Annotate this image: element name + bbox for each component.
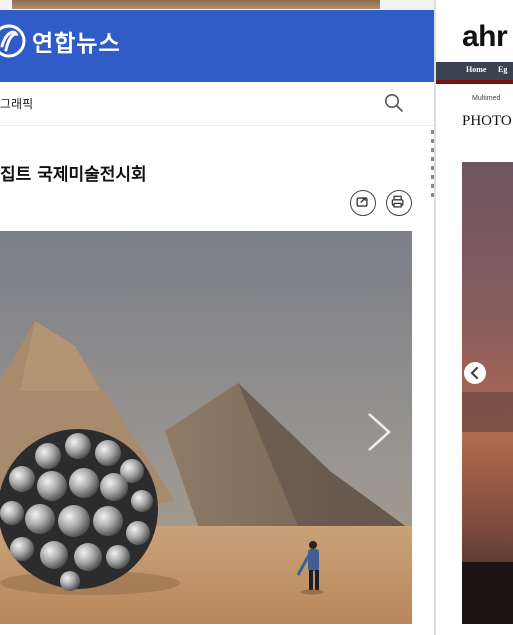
ahram-logo[interactable]: ahr <box>462 20 508 54</box>
top-strip <box>0 0 434 10</box>
site-logo[interactable]: 연합뉴스 <box>0 24 121 58</box>
yonhap-logo-icon <box>0 24 26 58</box>
print-icon <box>391 195 404 208</box>
article-photo[interactable] <box>0 231 412 624</box>
breadcrumb[interactable]: Multimed <box>472 95 500 102</box>
wood-banner <box>12 0 380 9</box>
article-title: 집트 국제미술전시회 <box>0 165 147 185</box>
chevron-left-icon[interactable] <box>464 362 486 384</box>
search-icon[interactable] <box>384 93 404 113</box>
section-title: PHOTO <box>462 113 512 129</box>
section-bar: 그래픽 <box>0 82 434 126</box>
ahram-accent-bar <box>436 80 513 84</box>
ahram-window: ahr Home Eg Multimed PHOTO <box>436 0 513 635</box>
chevron-left-glyph <box>465 363 485 383</box>
ahram-photo[interactable] <box>462 162 513 624</box>
pyramids-sculpture-image <box>0 231 412 624</box>
chevron-right-icon[interactable] <box>363 410 393 454</box>
sunset-image <box>462 162 513 624</box>
brand-name: 연합뉴스 <box>32 31 121 57</box>
share-icon <box>356 197 368 207</box>
nav-egypt[interactable]: Eg <box>498 65 507 74</box>
ahram-nav-bar: Home Eg <box>436 62 513 80</box>
site-header: 연합뉴스 <box>0 10 434 82</box>
section-label[interactable]: 그래픽 <box>0 95 33 112</box>
print-button[interactable] <box>386 190 412 216</box>
footer-strip <box>0 624 434 635</box>
yonhap-window: 연합뉴스 그래픽 집트 국제미술전시회 <box>0 0 434 635</box>
nav-home[interactable]: Home <box>466 65 486 74</box>
share-button[interactable] <box>350 190 376 216</box>
